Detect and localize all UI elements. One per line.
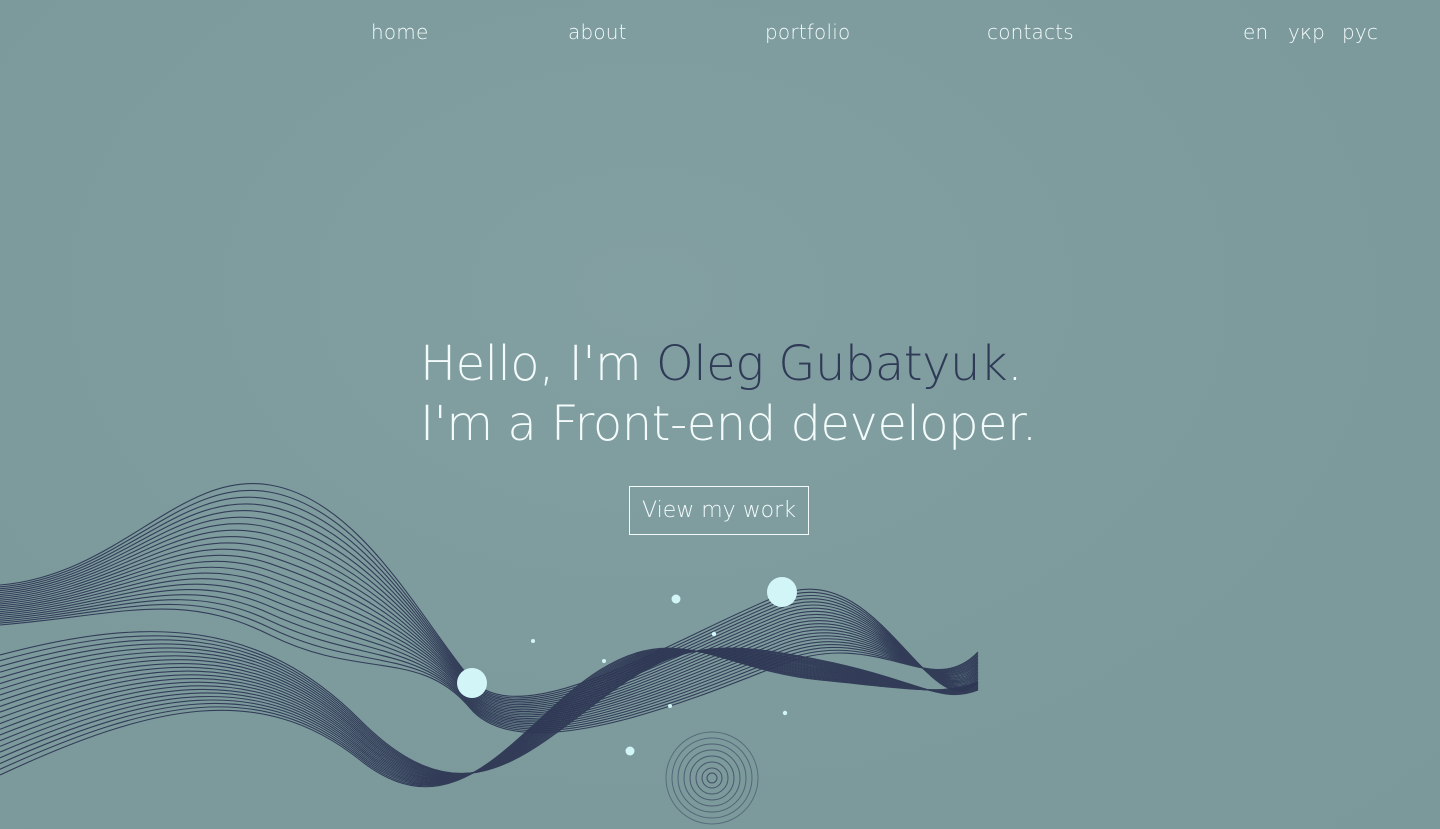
page: home about portfolio contacts en укр рус… <box>0 0 1440 829</box>
nav-link-contacts[interactable]: contacts <box>987 20 1074 44</box>
lang-rus[interactable]: рус <box>1342 20 1378 44</box>
ring <box>677 743 747 813</box>
bubble-large <box>767 577 797 607</box>
bubble-small <box>625 746 635 756</box>
lang-en[interactable]: en <box>1243 20 1268 44</box>
bubble-small <box>671 594 681 604</box>
nav-link-about[interactable]: about <box>568 20 627 44</box>
bubble-dot <box>602 659 606 663</box>
view-my-work-label: View my work <box>642 498 796 523</box>
bubble-dot <box>668 704 672 708</box>
bubble-dot <box>711 631 717 637</box>
wave-line <box>0 536 979 711</box>
hero-line-1: Hello, I'm Oleg Gubatyuk. <box>420 334 1037 394</box>
hero-line-2: I'm a Front-end developer. <box>420 396 1037 452</box>
nav-link-home[interactable]: home <box>371 20 429 44</box>
concentric-rings-icon <box>665 731 759 825</box>
bubble-dot <box>782 710 788 716</box>
view-my-work-button[interactable]: View my work <box>629 486 809 535</box>
hero-greeting: Hello, I'm <box>420 336 657 392</box>
ring <box>683 749 741 807</box>
ring <box>665 731 759 825</box>
nav-link-portfolio[interactable]: portfolio <box>765 20 850 44</box>
hero-name: Oleg Gubatyuk <box>656 336 1008 392</box>
lang-ukr[interactable]: укр <box>1288 20 1325 44</box>
bubble-medium <box>457 668 487 698</box>
ring <box>689 755 735 801</box>
ring <box>701 767 723 789</box>
hero-heading: Hello, I'm Oleg Gubatyuk. I'm a Front-en… <box>420 334 1037 454</box>
ring <box>706 772 718 784</box>
wave-lines-upper <box>0 483 979 734</box>
ring <box>695 761 729 795</box>
bubble-dot <box>531 639 535 643</box>
hero-period: . <box>1007 336 1022 392</box>
